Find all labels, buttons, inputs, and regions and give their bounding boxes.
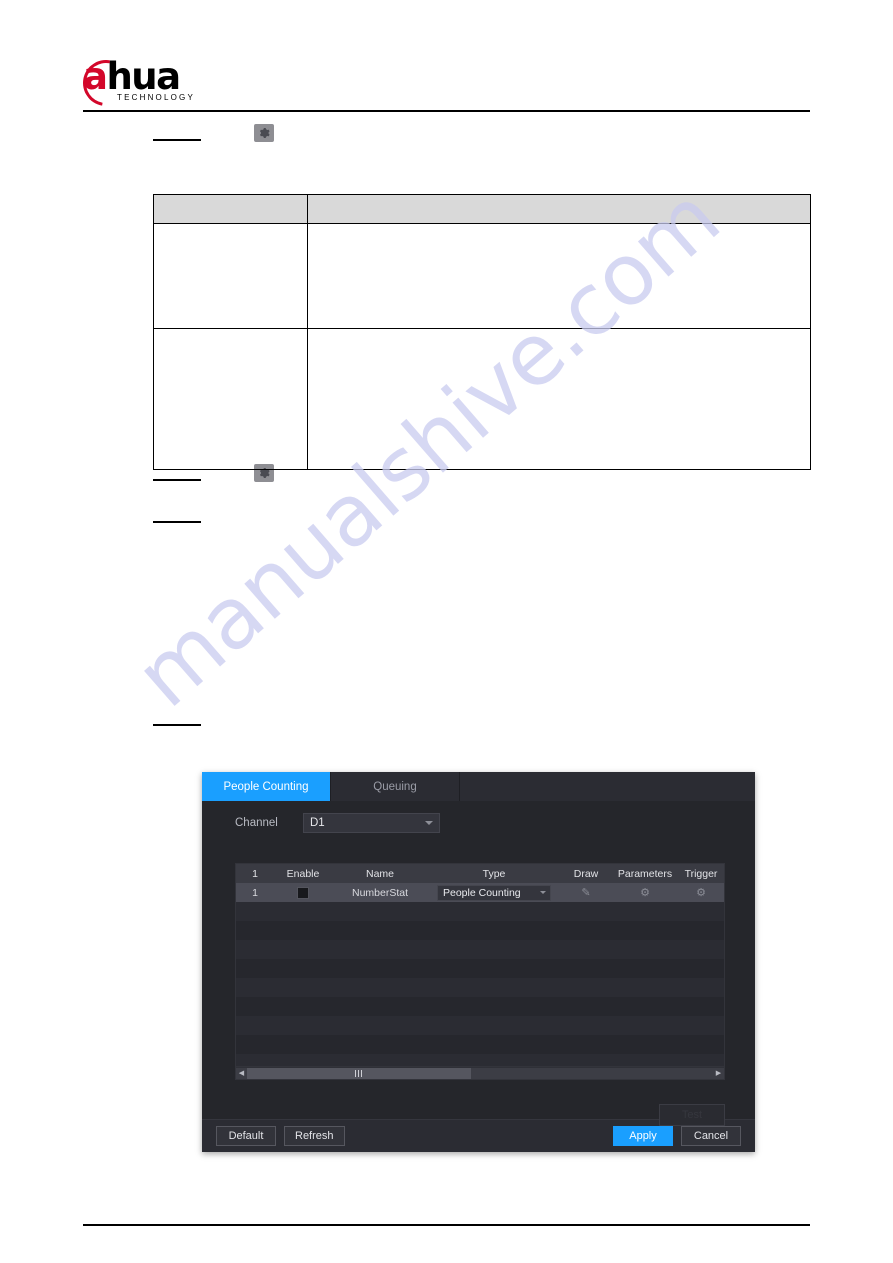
table-cell [153,328,308,470]
channel-select[interactable]: D1 [303,813,440,833]
scrollbar-grip-icon [353,1069,364,1077]
nvr-dialog: People Counting Queuing Channel D1 1 Ena… [202,772,755,1152]
table-row[interactable]: 1 NumberStat People Counting ✎ ⚙ ⚙ [236,883,724,902]
row-draw-cell[interactable]: ✎ [560,887,612,899]
table-row[interactable] [236,940,724,959]
redacted-caption-4 [153,724,201,726]
test-button[interactable]: Test [659,1104,725,1126]
row-trigger-cell[interactable]: ⚙ [678,887,724,899]
grid-horizontal-scrollbar[interactable]: ◀ ▶ [236,1066,724,1079]
redacted-caption-1 [153,139,201,141]
table-cell [153,223,308,329]
row-type-cell: People Counting [428,884,560,901]
table-row[interactable] [236,1054,724,1066]
channel-select-value: D1 [310,817,325,829]
grid-header-parameters: Parameters [617,867,673,880]
grid-header-trigger: Trigger [684,867,718,880]
rules-grid: 1 Enable Name Type Draw Parameters Trigg… [235,863,725,1080]
grid-header-name: Name [365,867,394,880]
dahua-logo: ahua TECHNOLOGY [73,50,293,116]
pencil-icon[interactable]: ✎ [581,887,590,899]
default-button[interactable]: Default [216,1126,276,1146]
type-select[interactable]: People Counting [437,884,551,901]
document-table [153,194,811,470]
grid-header-index: 1 [252,867,258,880]
table-cell [307,223,811,329]
channel-label: Channel [235,817,278,829]
tab-bar-filler [460,772,755,801]
grid-header-draw: Draw [573,867,599,880]
table-row[interactable] [236,978,724,997]
row-index: 1 [252,886,258,899]
channel-field-row: Channel D1 [202,801,755,839]
table-header-row [153,194,811,224]
scroll-right-arrow-icon[interactable]: ▶ [713,1067,724,1079]
chevron-down-icon [540,890,546,894]
scrollbar-track[interactable] [247,1067,713,1079]
grid-rows: 1 NumberStat People Counting ✎ ⚙ ⚙ [236,883,724,1066]
type-select-value: People Counting [443,886,521,899]
table-row[interactable] [236,959,724,978]
document-page: ahua TECHNOLOGY People Counting Queuing … [0,0,893,1263]
tab-bar: People Counting Queuing [202,772,755,801]
table-row [153,328,811,470]
table-row[interactable] [236,1035,724,1054]
table-header-cell [153,194,308,224]
grid-header-row: 1 Enable Name Type Draw Parameters Trigg… [236,864,724,883]
table-row[interactable] [236,921,724,940]
tab-people-counting[interactable]: People Counting [202,772,331,801]
table-row [153,223,811,329]
gear-icon[interactable]: ⚙ [696,887,706,899]
redacted-caption-2 [153,479,201,481]
cancel-button[interactable]: Cancel [681,1126,741,1146]
table-row[interactable] [236,902,724,921]
redacted-caption-3 [153,521,201,523]
logo-tagline: TECHNOLOGY [117,93,196,102]
dialog-body: Channel D1 1 Enable Name Type Draw Param… [202,801,755,1126]
chevron-down-icon [425,821,433,825]
grid-header-type: Type [482,867,506,880]
gear-icon [254,124,274,142]
footer-divider [83,1224,810,1226]
enable-checkbox[interactable] [297,886,309,899]
grid-header-enable: Enable [286,867,320,880]
tab-queuing[interactable]: Queuing [331,772,460,801]
header-divider [83,110,810,112]
gear-icon[interactable]: ⚙ [640,887,650,899]
table-row[interactable] [236,997,724,1016]
refresh-button[interactable]: Refresh [284,1126,345,1146]
row-parameters-cell[interactable]: ⚙ [612,887,678,899]
table-row[interactable] [236,1016,724,1035]
table-cell [307,328,811,470]
table-header-cell [307,194,811,224]
apply-button[interactable]: Apply [613,1126,673,1146]
row-name: NumberStat [351,886,409,899]
scrollbar-thumb[interactable] [247,1067,471,1079]
row-enable-cell[interactable] [274,886,332,899]
scroll-left-arrow-icon[interactable]: ◀ [236,1067,247,1079]
